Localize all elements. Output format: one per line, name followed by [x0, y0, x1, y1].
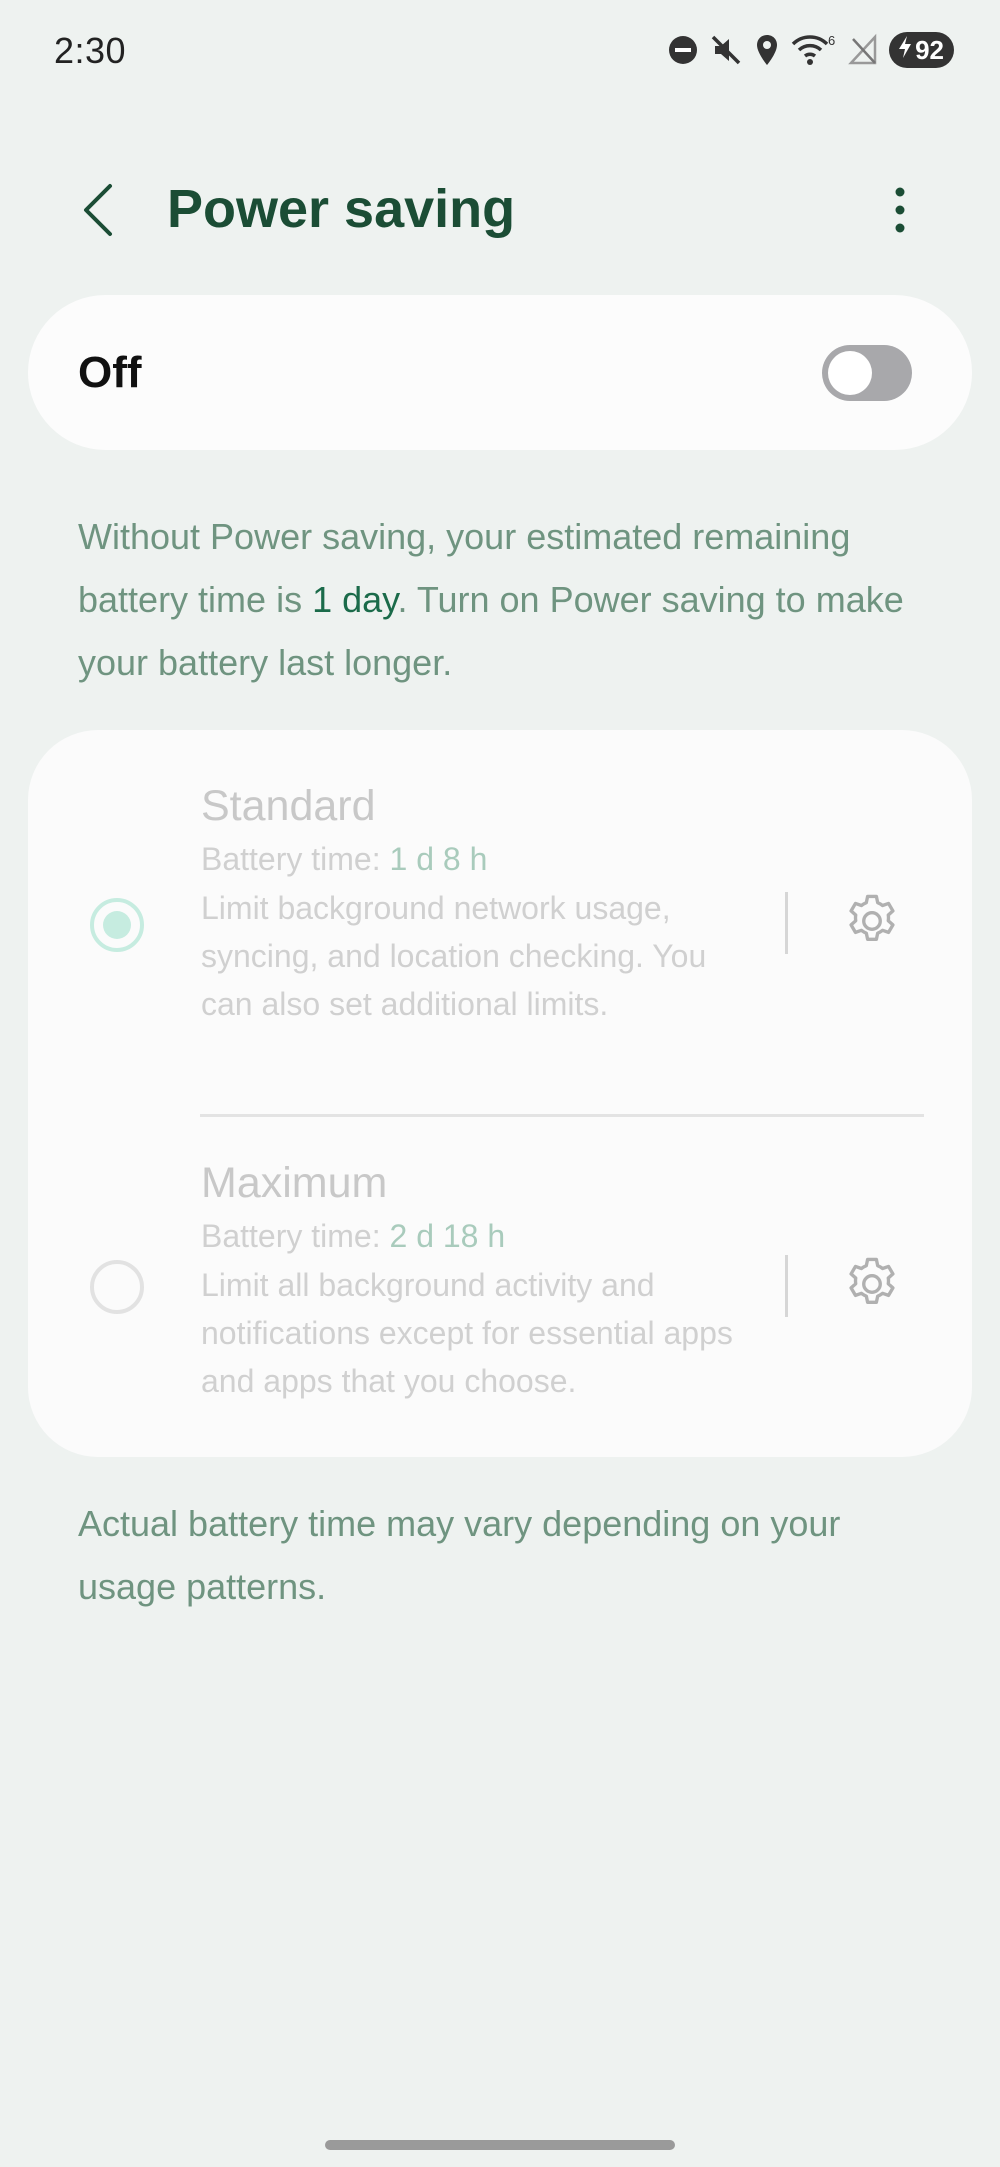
mode-title: Standard	[201, 782, 376, 830]
power-saving-modes-card: Standard Battery time: 1 d 8 h Limit bac…	[28, 730, 972, 1457]
mode-battery-time: Battery time: 2 d 18 h	[201, 1211, 761, 1261]
mode-description: Limit all background activity and notifi…	[201, 1267, 733, 1399]
status-icons: 6 92	[667, 28, 954, 72]
location-icon	[753, 33, 781, 67]
battery-time-value: 1 d 8 h	[389, 841, 488, 877]
battery-time-label: Battery time:	[201, 1218, 390, 1254]
svg-text:6: 6	[828, 33, 835, 48]
power-saving-switch[interactable]	[822, 344, 912, 401]
toggle-state-label: Off	[78, 347, 142, 397]
page-title: Power saving	[167, 179, 516, 239]
estimated-time-highlight: 1 day	[312, 579, 398, 620]
mute-icon	[709, 33, 743, 67]
mode-title: Maximum	[201, 1159, 388, 1207]
standard-radio[interactable]	[90, 898, 144, 952]
battery-time-value: 2 d 18 h	[389, 1218, 506, 1254]
maximum-text: Maximum Battery time: 2 d 18 h Limit all…	[201, 1155, 761, 1405]
battery-charging-icon	[897, 35, 913, 66]
do-not-disturb-icon	[667, 34, 699, 66]
status-time: 2:30	[54, 30, 127, 71]
home-indicator[interactable]	[325, 2140, 675, 2150]
more-options-button[interactable]	[870, 180, 930, 244]
standard-text: Standard Battery time: 1 d 8 h Limit bac…	[201, 778, 761, 1028]
status-bar: 2:30 6 92	[0, 0, 1000, 100]
mode-standard[interactable]: Standard Battery time: 1 d 8 h Limit bac…	[28, 730, 972, 1117]
gear-icon	[841, 1253, 903, 1320]
battery-estimate-description: Without Power saving, your estimated rem…	[78, 505, 938, 694]
vertical-divider	[785, 892, 788, 954]
no-signal-icon	[847, 33, 879, 67]
standard-settings-button[interactable]	[838, 889, 906, 957]
battery-disclaimer: Actual battery time may vary depending o…	[78, 1503, 841, 1607]
vertical-divider	[785, 1255, 788, 1317]
app-header: Power saving	[0, 160, 1000, 260]
mode-battery-time: Battery time: 1 d 8 h	[201, 834, 761, 884]
switch-knob	[828, 350, 872, 395]
maximum-settings-button[interactable]	[838, 1252, 906, 1320]
mode-maximum[interactable]: Maximum Battery time: 2 d 18 h Limit all…	[28, 1115, 972, 1457]
mode-description: Limit background network usage, syncing,…	[201, 890, 707, 1022]
power-saving-toggle-row[interactable]: Off	[28, 295, 972, 450]
more-vertical-icon	[894, 186, 906, 239]
battery-indicator: 92	[889, 32, 954, 68]
back-button[interactable]	[70, 180, 126, 244]
battery-level: 92	[915, 34, 944, 65]
battery-time-label: Battery time:	[201, 841, 390, 877]
maximum-radio[interactable]	[90, 1260, 144, 1314]
gear-icon	[841, 890, 903, 957]
wifi-icon: 6	[791, 33, 837, 67]
chevron-left-icon	[80, 182, 116, 243]
